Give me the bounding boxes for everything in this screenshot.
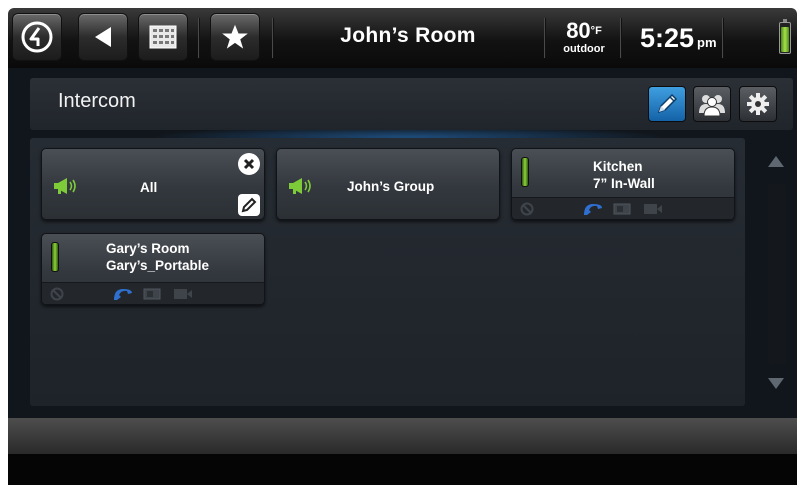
monitor-icon[interactable] (143, 288, 161, 300)
outdoor-temperature: 80°F outdoor (560, 18, 608, 56)
temperature-value: 80 (566, 18, 591, 43)
intercom-list: All John’s Group Kitchen 7” In-Wall Gary… (30, 138, 745, 406)
delete-icon (239, 154, 259, 174)
edit-pencil-icon (657, 93, 678, 114)
card-footer (512, 197, 734, 219)
card-title: All (140, 180, 158, 195)
back-icon (95, 27, 111, 47)
groups-button[interactable] (693, 86, 731, 122)
video-icon[interactable] (643, 203, 663, 215)
delete-button[interactable] (238, 153, 260, 175)
logo-icon (21, 21, 53, 53)
megaphone-icon (289, 178, 311, 194)
groups-icon (699, 95, 725, 117)
scroll-track[interactable] (768, 184, 786, 364)
edit-button[interactable] (648, 86, 686, 122)
list-scrollbar[interactable] (762, 142, 792, 404)
level-meter-icon (521, 157, 529, 187)
card-title: Gary’s Room (106, 241, 190, 256)
intercom-header: Intercom (30, 78, 793, 130)
keypad-icon (149, 25, 177, 49)
favorites-star-icon (222, 24, 248, 49)
intercom-card-kitchen[interactable]: Kitchen 7” In-Wall (511, 148, 735, 220)
room-title: John’s Room (340, 24, 476, 47)
page-title: Intercom (58, 90, 136, 112)
scroll-up-icon[interactable] (768, 156, 784, 167)
call-icon[interactable] (112, 287, 134, 301)
toolbar-divider (544, 18, 546, 58)
toolbar-divider (620, 18, 622, 58)
bottom-edge (8, 454, 797, 485)
favorites-button[interactable] (210, 13, 260, 61)
card-footer (42, 282, 264, 304)
level-meter-icon (51, 242, 59, 272)
card-subtitle: Gary’s_Portable (106, 258, 210, 273)
intercom-card-garys-room[interactable]: Gary’s Room Gary’s_Portable (41, 233, 265, 305)
intercom-card-all[interactable]: All (41, 148, 265, 220)
top-bar: John’s Room 80°F outdoor 5:25 pm (8, 8, 797, 68)
temperature-unit: °F (590, 25, 602, 37)
back-button[interactable] (78, 13, 128, 61)
toolbar-divider (272, 18, 274, 58)
clock: 5:25 pm (640, 23, 717, 54)
temperature-label: outdoor (563, 43, 605, 55)
settings-gear-icon (747, 93, 769, 115)
main-area: Intercom All John’s Group Kitchen 7” In-… (8, 68, 797, 418)
clock-ampm: pm (697, 35, 717, 50)
megaphone-icon (54, 178, 76, 194)
intercom-card-johns-group[interactable]: John’s Group (276, 148, 500, 220)
scroll-down-icon[interactable] (768, 378, 784, 389)
bottom-bar (8, 418, 797, 454)
home-logo-button[interactable] (12, 13, 62, 61)
settings-button[interactable] (739, 86, 777, 122)
dnd-icon (520, 202, 534, 216)
video-icon[interactable] (173, 288, 193, 300)
monitor-icon[interactable] (613, 203, 631, 215)
card-title: John’s Group (347, 179, 435, 194)
battery-icon (779, 19, 791, 54)
keypad-button[interactable] (138, 13, 188, 61)
battery-level (781, 26, 789, 52)
toolbar-divider (722, 18, 724, 58)
clock-time: 5:25 (640, 23, 695, 53)
toolbar-divider (198, 18, 200, 58)
card-subtitle: 7” In-Wall (593, 176, 655, 191)
card-title: Kitchen (593, 159, 643, 174)
dnd-icon (50, 287, 64, 301)
edit-icon (241, 197, 257, 213)
call-icon[interactable] (582, 202, 604, 216)
edit-card-button[interactable] (238, 194, 260, 216)
